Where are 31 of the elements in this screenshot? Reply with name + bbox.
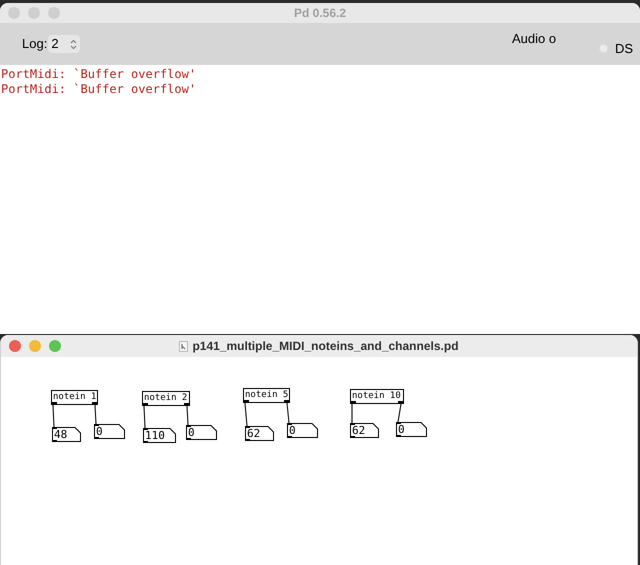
patch-cord bbox=[244, 402, 248, 426]
audio-status: Audio o bbox=[512, 30, 556, 48]
log-message: PortMidi: `Buffer overflow' bbox=[0, 82, 198, 97]
document-icon bbox=[179, 340, 188, 352]
object-box[interactable]: notein 1 bbox=[51, 390, 98, 405]
object-box[interactable]: notein 2 bbox=[142, 391, 190, 406]
close-button[interactable] bbox=[9, 340, 21, 352]
object-box[interactable]: notein 10 bbox=[350, 389, 404, 404]
window-title: Pd 0.56.2 bbox=[292, 5, 348, 22]
object-box[interactable]: notein 5 bbox=[243, 388, 290, 403]
dsp-label: DS bbox=[615, 40, 634, 58]
number-box[interactable]: 0 bbox=[396, 422, 427, 437]
minimize-button[interactable] bbox=[28, 7, 40, 19]
minimize-button[interactable] bbox=[29, 340, 41, 352]
log-message: PortMidi: `Buffer overflow' bbox=[0, 67, 198, 82]
stepper-icon bbox=[70, 38, 78, 50]
number-box[interactable]: 0 bbox=[94, 424, 125, 439]
zoom-button[interactable] bbox=[48, 7, 60, 19]
number-box[interactable]: 48 bbox=[52, 427, 81, 442]
number-box[interactable]: 0 bbox=[287, 423, 318, 438]
zoom-button[interactable] bbox=[49, 340, 61, 352]
window-title: p141_multiple_MIDI_noteins_and_channels.pd bbox=[192, 338, 459, 355]
close-button[interactable] bbox=[8, 7, 20, 19]
number-box[interactable]: 62 bbox=[350, 423, 379, 438]
number-box[interactable]: 0 bbox=[186, 425, 217, 440]
log-label: Log: bbox=[22, 35, 48, 54]
patch-cord bbox=[286, 402, 290, 424]
patch-cord bbox=[398, 404, 402, 422]
log-level-spinner[interactable]: 2 bbox=[48, 35, 80, 53]
number-box[interactable]: 62 bbox=[245, 426, 274, 441]
number-box[interactable]: 110 bbox=[143, 428, 176, 443]
